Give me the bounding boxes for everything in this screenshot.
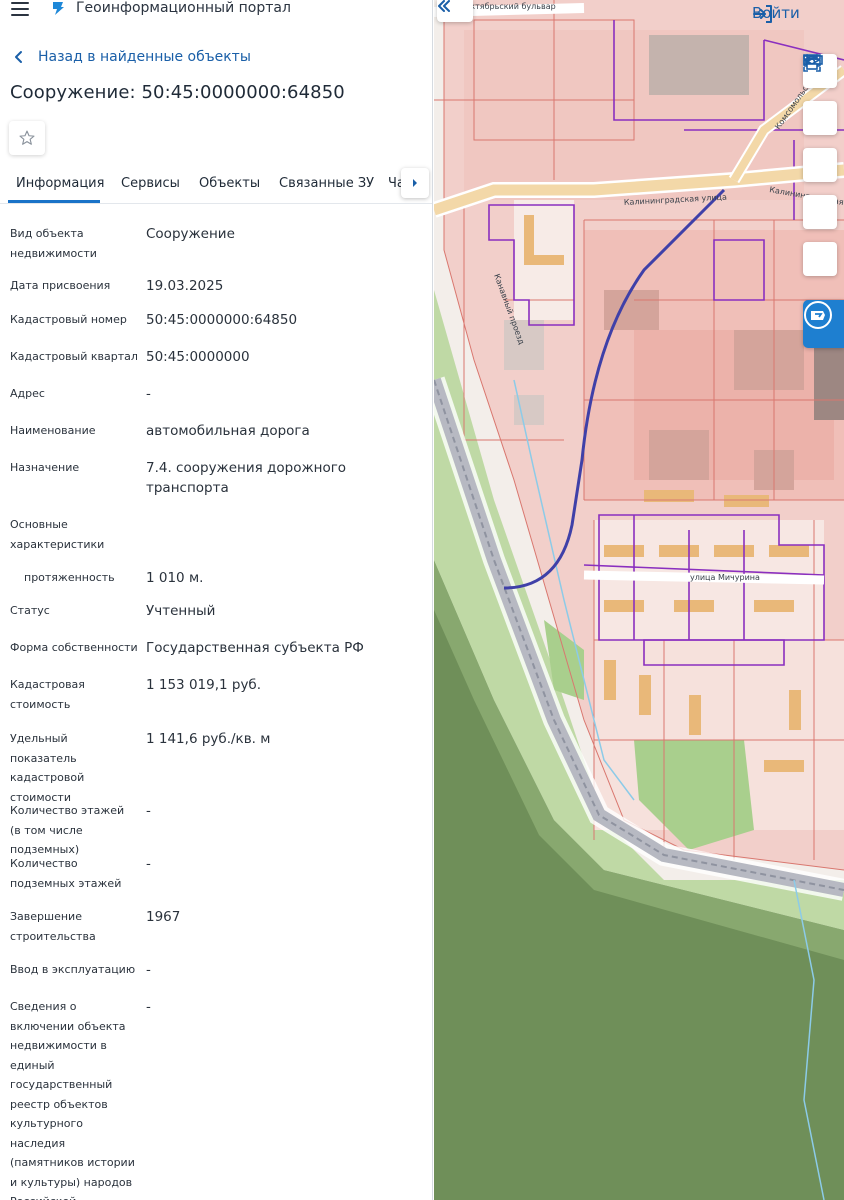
field-label: Количество подземных этажей	[10, 857, 122, 890]
field-label: Наименование	[10, 424, 96, 437]
field-label: Удельный показатель кадастровой стоимост…	[10, 732, 85, 804]
tab-services[interactable]: Сервисы	[121, 176, 180, 191]
login-button[interactable]: Войти	[752, 4, 808, 23]
cadastral-panel-button[interactable]	[803, 300, 844, 348]
app-header: Геоинформационный портал	[0, 0, 432, 22]
field-value: автомобильная дорога	[146, 423, 310, 439]
field-value: -	[146, 856, 151, 872]
back-label: Назад в найденные объекты	[38, 49, 251, 65]
share-button[interactable]	[803, 55, 837, 229]
login-icon	[753, 5, 772, 23]
field-label: протяженность	[24, 571, 115, 584]
tab-objects[interactable]: Объекты	[199, 176, 260, 191]
field-value: Сооружение	[146, 226, 235, 242]
field-label: Основные характеристики	[10, 518, 105, 551]
map-view[interactable]: Октябрьский бульвар Калининградская улиц…	[434, 0, 844, 1200]
field-value: -	[146, 803, 151, 819]
object-title: Сооружение: 50:45:0000000:64850	[10, 82, 345, 103]
field-label: Ввод в эксплуатацию	[10, 963, 136, 976]
collapse-panel-button[interactable]	[437, 0, 473, 22]
field-value: -	[146, 962, 151, 978]
field-label: Завершение строительства	[10, 910, 96, 943]
field-value: 1 010 м.	[146, 570, 204, 586]
street-label: улица Мичурина	[690, 573, 760, 582]
field-value: 1 141,6 руб./кв. м	[146, 731, 271, 747]
menu-icon[interactable]	[11, 2, 29, 16]
field-label: Сведения о включении объекта недвижимост…	[10, 1000, 135, 1200]
star-icon	[19, 130, 35, 145]
map-canvas[interactable]: Октябрьский бульвар Калининградская улиц…	[434, 0, 844, 1200]
tab-information[interactable]: Информация	[16, 176, 104, 191]
object-info-panel: Геоинформационный портал Назад в найденн…	[0, 0, 433, 1200]
cadastral-panel-icon	[804, 301, 832, 329]
field-label: Форма собственности	[10, 641, 138, 654]
print-icon	[803, 54, 821, 70]
field-value: 1967	[146, 909, 181, 925]
field-label: Кадастровый квартал	[10, 350, 138, 363]
caret-right-icon	[413, 179, 417, 187]
field-label: Вид объекта недвижимости	[10, 227, 97, 260]
favorite-button[interactable]	[9, 121, 45, 155]
area-select-button[interactable]	[803, 54, 837, 182]
tabs-scroll-right-button[interactable]	[401, 168, 429, 198]
field-value: 50:45:0000000:64850	[146, 312, 298, 328]
field-value: Государственная субъекта РФ	[146, 640, 364, 656]
field-label: Статус	[10, 604, 50, 617]
double-chevron-left-icon	[438, 0, 450, 12]
field-label: Назначение	[10, 461, 80, 474]
field-value: 19.03.2025	[146, 278, 224, 294]
map-toolbar	[803, 54, 837, 289]
street-label: Октябрьский бульвар	[464, 2, 556, 11]
field-label: Кадастровая стоимость	[10, 678, 85, 711]
field-value: -	[146, 999, 151, 1015]
field-value: 50:45:0000000	[146, 349, 250, 365]
field-value: 1 153 019,1 руб.	[146, 677, 262, 693]
field-label: Адрес	[10, 387, 45, 400]
measure-button[interactable]	[803, 55, 837, 135]
portal-logo-icon	[53, 2, 64, 15]
field-value: -	[146, 386, 151, 402]
field-value: 7.4. сооружения дорожного транспорта	[146, 460, 347, 496]
field-label: Количество этажей (в том числе подземных…	[10, 804, 125, 856]
print-button[interactable]	[803, 54, 837, 276]
back-to-results-link[interactable]: Назад в найденные объекты	[12, 47, 251, 67]
app-title: Геоинформационный портал	[76, 0, 291, 16]
chevron-left-icon	[15, 51, 22, 63]
field-value: Учтенный	[146, 603, 216, 619]
field-label: Кадастровый номер	[10, 313, 127, 326]
object-tabs: Информация Сервисы Объекты Связанные ЗУ …	[0, 164, 432, 204]
field-label: Дата присвоения	[10, 279, 111, 292]
active-tab-indicator	[8, 200, 100, 203]
tab-related-parcels[interactable]: Связанные ЗУ	[279, 176, 374, 191]
